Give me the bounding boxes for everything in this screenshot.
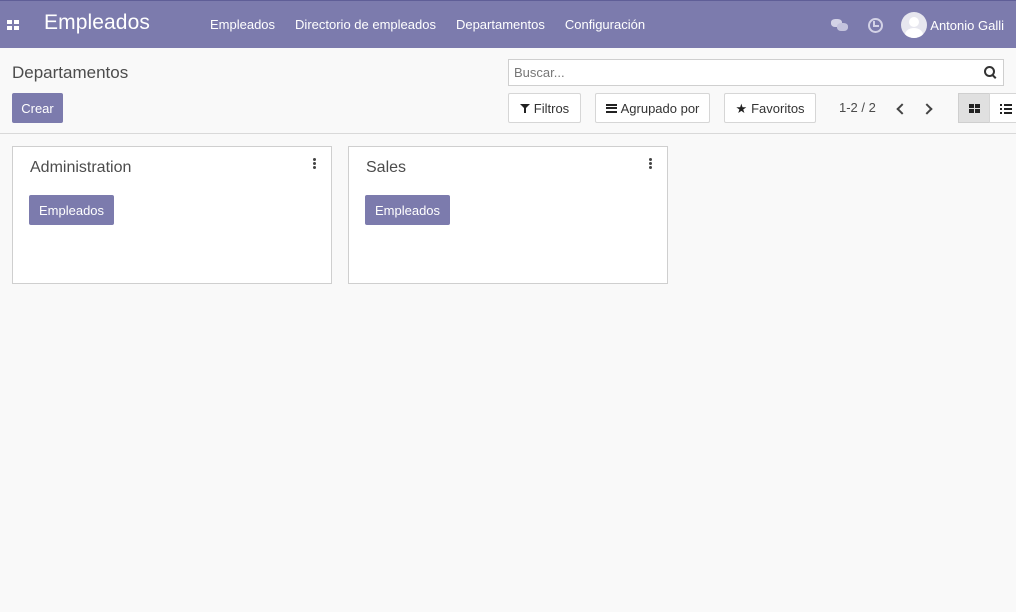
avatar [901,12,928,38]
pager-value[interactable]: 1-2 / 2 [839,100,876,115]
create-button[interactable]: Crear [12,93,63,123]
menu-item-configuracion[interactable]: Configuración [555,1,655,49]
apps-menu-icon[interactable] [7,20,19,30]
filters-button[interactable]: Filtros [508,93,581,123]
department-card-administration[interactable]: Administration Empleados [12,146,332,284]
main-menu: Empleados Directorio de empleados Depart… [200,1,655,49]
search-box [508,59,1004,86]
search-icon[interactable] [984,66,997,79]
favorites-button[interactable]: ★ Favoritos [724,93,816,123]
pager-next-icon[interactable] [922,102,934,116]
kanban-view-icon[interactable] [958,93,990,123]
card-menu-icon[interactable] [648,158,652,170]
department-name: Sales [366,159,407,176]
navbar-right: Antonio Galli [831,1,1016,49]
menu-item-directorio[interactable]: Directorio de empleados [285,1,446,49]
breadcrumb: Departamentos [12,63,129,82]
group-by-button[interactable]: Agrupado por [595,93,710,123]
menu-item-departamentos[interactable]: Departamentos [446,1,555,49]
top-navbar: Empleados Empleados Directorio de emplea… [0,0,1016,48]
star-icon: ★ [735,100,748,116]
pager-previous-icon[interactable] [894,102,906,116]
filters-label: Filtros [533,100,570,116]
search-input[interactable] [509,60,1003,85]
control-panel: Departamentos Crear Filtros Agrupado por… [0,48,1016,134]
group-by-label: Agrupado por [620,100,700,116]
user-menu[interactable]: Antonio Galli [901,12,1004,38]
employees-button[interactable]: Empleados [29,195,115,225]
employees-button[interactable]: Empleados [365,195,451,225]
department-card-sales[interactable]: Sales Empleados [348,146,668,284]
filter-icon [519,103,530,113]
menu-item-empleados[interactable]: Empleados [200,1,285,49]
department-name: Administration [30,159,132,176]
bars-icon [605,103,617,113]
chat-icon[interactable] [831,16,849,34]
card-menu-icon[interactable] [312,158,316,170]
favorites-label: Favoritos [751,100,805,116]
list-view-icon[interactable] [989,93,1016,123]
clock-icon[interactable] [866,16,884,34]
app-title: Empleados [44,11,150,34]
user-name: Antonio Galli [930,17,1004,33]
